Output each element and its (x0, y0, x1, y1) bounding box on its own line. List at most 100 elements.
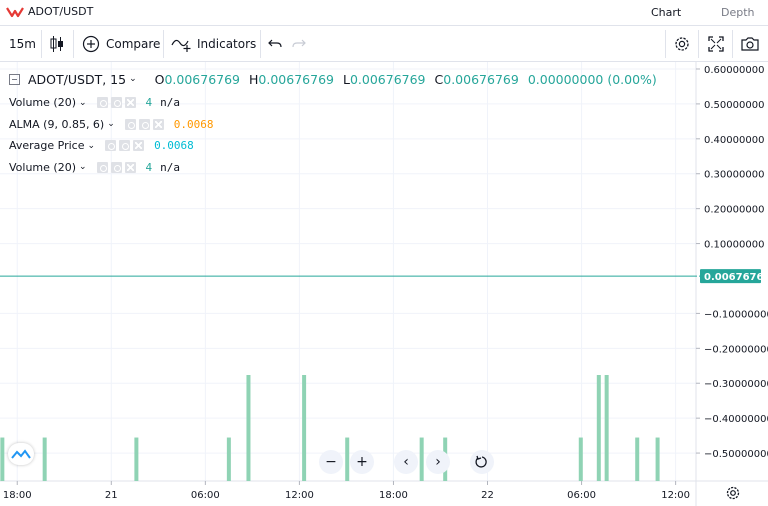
compare-button[interactable]: Compare (82, 26, 160, 62)
chevron-left-icon: ‹ (403, 454, 409, 470)
volume-bar (419, 437, 424, 481)
cloud-logo-icon (11, 449, 31, 459)
chevron-down-icon[interactable]: ⌄ (79, 162, 87, 172)
indicator-name: ALMA (9, 0.85, 6) (9, 117, 105, 131)
indicator-actions (96, 161, 136, 173)
indicator-row-average-price[interactable]: Average Price ⌄ 0.0068 (9, 135, 666, 157)
close-icon[interactable] (133, 140, 145, 152)
interval-button[interactable]: 15m (9, 26, 36, 62)
indicator-row-volume[interactable]: Volume (20) ⌄ 4 n/a (9, 92, 666, 114)
tab-depth[interactable]: Depth (721, 6, 755, 19)
open-label: O (154, 71, 165, 87)
volume-bar (345, 437, 350, 481)
volume-bar (655, 437, 660, 481)
close-value: 0.00676769 (443, 71, 519, 87)
close-label: C (434, 71, 444, 87)
time-tick-label: 22 (481, 490, 494, 501)
gear-icon[interactable] (110, 161, 122, 173)
price-tick-label: −0.20000000 (704, 344, 768, 355)
zoom-out-button[interactable]: − (319, 450, 343, 474)
indicators-button[interactable]: Indicators (171, 26, 256, 62)
gear-icon[interactable] (138, 118, 150, 130)
chevron-down-icon[interactable]: ⌄ (88, 141, 96, 151)
compare-label: Compare (106, 37, 161, 51)
high-label: H (249, 71, 259, 87)
reset-chart-button[interactable] (470, 450, 494, 474)
time-tick-label: 06:00 (567, 490, 596, 501)
interval-label: 15m (9, 37, 36, 51)
price-tick-label: −0.50000000 (704, 449, 768, 460)
time-tick-label: 18:00 (3, 490, 32, 501)
plus-icon: + (356, 454, 368, 470)
indicator-value: 0.0068 (173, 117, 214, 131)
indicator-extra: n/a (160, 160, 181, 174)
indicator-row-alma[interactable]: ALMA (9, 0.85, 6) ⌄ 0.0068 (9, 114, 666, 136)
settings-button[interactable] (673, 26, 691, 62)
price-tick-label: 0.10000000 (704, 240, 764, 251)
last-price-label: 0.00676769 (704, 272, 768, 283)
indicator-name: Volume (20) (9, 160, 76, 174)
eye-icon[interactable] (124, 118, 136, 130)
axis-settings-gear-icon[interactable] (725, 485, 741, 501)
chart-type-button[interactable] (50, 26, 64, 62)
fullscreen-button[interactable] (707, 26, 725, 62)
undo-button[interactable] (268, 26, 282, 62)
time-axis: 18:00 21 06:00 12:00 18:00 22 06:00 12:00 (3, 481, 690, 501)
chart-legend: ADOT/USDT, 15 ⌄ O 0.00676769 H 0.00676769 … (9, 70, 666, 178)
plus-circle-icon (82, 35, 100, 53)
toolbar-divider (260, 30, 261, 58)
time-tick-label: 06:00 (191, 490, 220, 501)
toolbar-divider (698, 30, 699, 58)
close-icon[interactable] (152, 118, 164, 130)
zoom-in-button[interactable]: + (350, 450, 374, 474)
gear-icon[interactable] (110, 97, 122, 109)
scroll-left-button[interactable]: ‹ (394, 450, 418, 474)
price-tick-label: 0.40000000 (704, 135, 764, 146)
eye-icon[interactable] (96, 97, 108, 109)
indicator-value: 4 (145, 160, 153, 174)
price-tick-label: 0.30000000 (704, 170, 764, 181)
camera-icon (741, 37, 759, 51)
toolbar-divider (73, 30, 74, 58)
tradingview-logo[interactable] (8, 443, 34, 465)
close-icon[interactable] (124, 97, 136, 109)
toolbar-divider (41, 30, 42, 58)
volume-bar (246, 375, 251, 481)
scroll-right-button[interactable]: › (426, 450, 450, 474)
snapshot-button[interactable] (740, 26, 760, 62)
toolbar-divider (665, 30, 666, 58)
symbol-label: ADOT/USDT, 15 (28, 71, 127, 87)
collapse-icon[interactable] (9, 73, 20, 85)
chevron-down-icon[interactable]: ⌄ (129, 74, 137, 84)
price-tick-label: 0.60000000 (704, 65, 764, 76)
eye-icon[interactable] (96, 161, 108, 173)
low-value: 0.00676769 (349, 71, 426, 87)
eye-icon[interactable] (105, 140, 117, 152)
indicator-actions (96, 97, 136, 109)
time-tick-label: 12:00 (661, 490, 690, 501)
change-value: 0.00000000 (0.00%) (527, 71, 657, 87)
chevron-down-icon[interactable]: ⌄ (79, 98, 87, 108)
open-value: 0.00676769 (164, 71, 241, 87)
indicator-extra: n/a (160, 96, 181, 110)
last-price-line: 0.00676769 (0, 269, 768, 284)
volume-bar (604, 375, 609, 481)
chart-toolbar: 15m Compare Indicators (0, 26, 768, 62)
symbol-legend: ADOT/USDT, 15 ⌄ O 0.00676769 H 0.00676769 … (9, 70, 666, 88)
tab-chart[interactable]: Chart (651, 6, 681, 19)
volume-bar (42, 437, 47, 481)
reset-icon (475, 455, 487, 468)
volume-bar (226, 437, 231, 481)
close-icon[interactable] (124, 161, 136, 173)
price-tick-label: −0.10000000 (704, 309, 768, 320)
high-value: 0.00676769 (258, 71, 334, 87)
price-tick-label: −0.40000000 (704, 414, 768, 425)
indicator-row-volume-2[interactable]: Volume (20) ⌄ 4 n/a (9, 157, 666, 179)
price-tick-label: 0.50000000 (704, 100, 764, 111)
redo-button[interactable] (292, 26, 306, 62)
fullscreen-icon (708, 36, 724, 52)
gear-icon[interactable] (119, 140, 131, 152)
volume-bar (635, 437, 640, 481)
time-tick-label: 21 (105, 490, 118, 501)
chevron-down-icon[interactable]: ⌄ (107, 119, 115, 129)
